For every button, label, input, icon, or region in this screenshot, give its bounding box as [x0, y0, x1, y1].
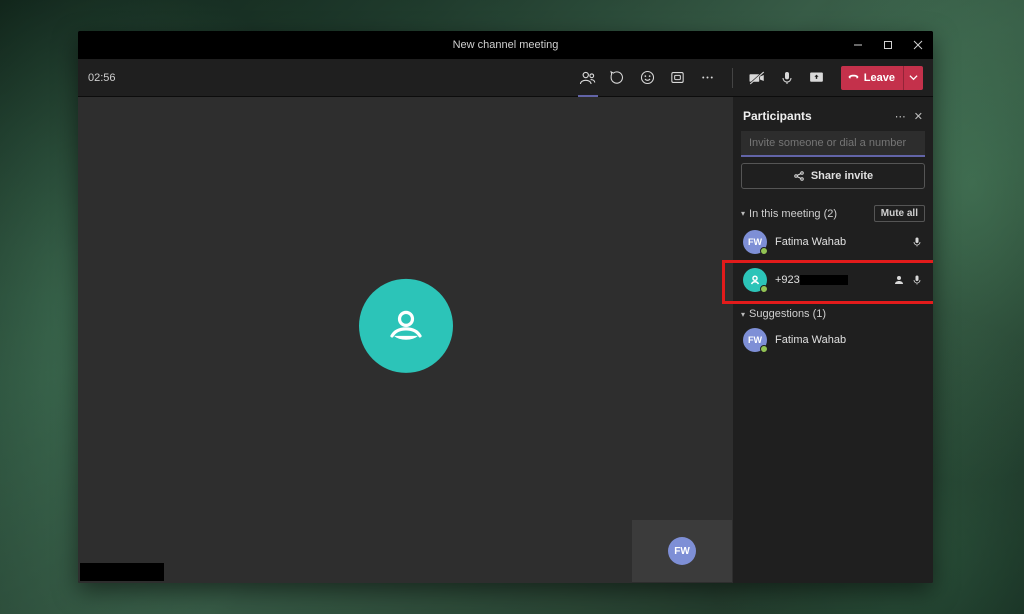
participant-row[interactable]: +923 [741, 264, 925, 296]
call-timer: 02:56 [88, 72, 116, 84]
caret-down-icon: ▾ [741, 209, 745, 218]
self-initials: FW [674, 546, 690, 557]
avatar [743, 268, 767, 292]
participants-panel: Participants ⋯ ✕ Share invite ▾ In this … [733, 97, 933, 583]
mic-icon [911, 274, 923, 286]
content-area: FW Participants ⋯ ✕ Share invite ▾ [78, 97, 933, 583]
mic-icon [911, 236, 923, 248]
reactions-icon[interactable] [636, 66, 660, 90]
camera-icon[interactable] [745, 66, 769, 90]
suggestions-label: Suggestions (1) [749, 308, 826, 320]
in-meeting-section[interactable]: ▾ In this meeting (2) Mute all [741, 203, 925, 226]
caret-down-icon: ▾ [741, 310, 745, 319]
share-invite-button[interactable]: Share invite [741, 163, 925, 189]
toolbar-icons: Leave [576, 66, 923, 90]
avatar: FW [743, 230, 767, 254]
presence-icon [760, 285, 768, 293]
suggestion-row[interactable]: FW Fatima Wahab [741, 324, 925, 356]
video-stage: FW [78, 97, 733, 583]
invite-input[interactable] [741, 131, 925, 157]
avatar: FW [743, 328, 767, 352]
participants-icon[interactable] [576, 66, 600, 90]
chat-icon[interactable] [606, 66, 630, 90]
suggestions-section[interactable]: ▾ Suggestions (1) [741, 306, 925, 324]
redacted-number [800, 275, 848, 285]
participant-name: +923 [775, 274, 885, 286]
panel-header: Participants ⋯ ✕ [741, 105, 925, 131]
toolbar-divider [732, 68, 733, 88]
window-title: New channel meeting [453, 39, 559, 51]
panel-title: Participants [743, 109, 812, 123]
in-meeting-label: In this meeting (2) [749, 208, 837, 220]
minimize-button[interactable] [843, 31, 873, 59]
rooms-icon[interactable] [666, 66, 690, 90]
leave-label: Leave [864, 72, 895, 84]
panel-close-icon[interactable]: ✕ [914, 110, 923, 123]
pstn-caller-icon [893, 274, 905, 286]
self-video-tile[interactable]: FW [632, 520, 732, 582]
mute-all-button[interactable]: Mute all [874, 205, 925, 222]
participant-name: Fatima Wahab [775, 236, 903, 248]
titlebar: New channel meeting [78, 31, 933, 59]
meeting-toolbar: 02:56 [78, 59, 933, 97]
maximize-button[interactable] [873, 31, 903, 59]
more-icon[interactable] [696, 66, 720, 90]
participant-row[interactable]: FW Fatima Wahab [741, 226, 925, 258]
participant-avatar-placeholder [359, 279, 453, 373]
leave-caret[interactable] [903, 66, 923, 90]
app-window: New channel meeting 02:56 [78, 31, 933, 583]
participant-name: Fatima Wahab [775, 334, 923, 346]
presence-icon [760, 345, 768, 353]
share-invite-label: Share invite [811, 170, 873, 182]
close-button[interactable] [903, 31, 933, 59]
redacted-area [80, 563, 164, 581]
share-screen-icon[interactable] [805, 66, 829, 90]
presence-icon [760, 247, 768, 255]
leave-button[interactable]: Leave [841, 66, 903, 90]
window-controls [843, 31, 933, 59]
panel-more-icon[interactable]: ⋯ [895, 110, 906, 123]
mic-icon[interactable] [775, 66, 799, 90]
self-avatar: FW [668, 537, 696, 565]
